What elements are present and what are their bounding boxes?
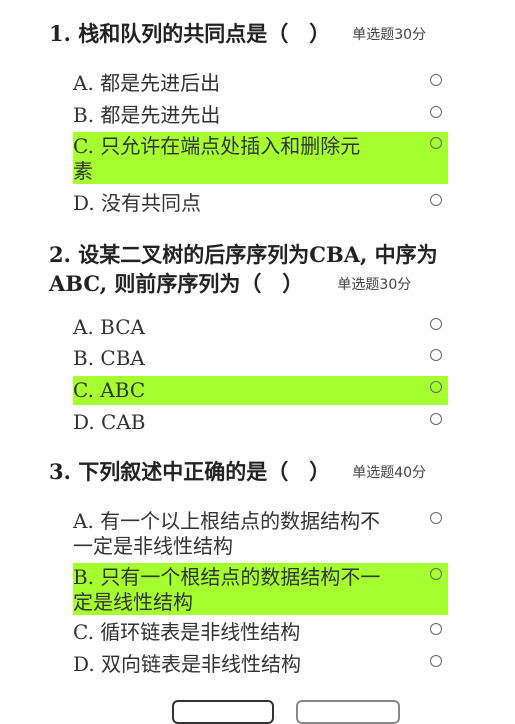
option-label: A. BCA <box>73 315 145 339</box>
option-label: D. CAB <box>73 410 146 434</box>
option-label: A. 都是先进后出 <box>73 71 221 95</box>
option-label: B. 只有一个根结点的数据结构不一定是线性结构 <box>73 565 381 614</box>
radio-button[interactable] <box>430 623 442 635</box>
question-title: 3. 下列叙述中正确的是（ ） 单选题40分 <box>49 457 481 488</box>
bottom-nav <box>0 700 515 724</box>
option-label: C. 循环链表是非线性结构 <box>73 620 301 644</box>
radio-button[interactable] <box>430 137 442 149</box>
question-title: 2. 设某二叉树的后序序列为CBA, 中序为ABC, 则前序序列为（ ）单选题3… <box>49 240 489 300</box>
option-label: C. ABC <box>73 378 146 402</box>
option-label: B. CBA <box>73 346 145 370</box>
options-list-3: A. 有一个以上根结点的数据结构不一定是非线性结构 B. 只有一个根结点的数据结… <box>49 507 448 679</box>
question-type-label: 单选题30分 <box>352 27 427 43</box>
question-title-text: 3. 下列叙述中正确的是（ ） <box>49 459 331 484</box>
question-3: 3. 下列叙述中正确的是（ ） 单选题40分 <box>0 457 515 488</box>
question-title: 1. 栈和队列的共同点是（ ） 单选题30分 <box>49 19 481 50</box>
radio-button[interactable] <box>430 381 442 393</box>
option-a[interactable]: A. BCA <box>73 313 448 342</box>
option-label: C. 只允许在端点处插入和删除元素 <box>73 134 361 183</box>
radio-button[interactable] <box>430 74 442 86</box>
question-1: 1. 栈和队列的共同点是（ ） 单选题30分 <box>0 19 515 50</box>
option-label: B. 都是先进先出 <box>73 103 221 127</box>
options-list-1: A. 都是先进后出 B. 都是先进先出 C. 只允许在端点处插入和删除元素 D.… <box>49 69 448 218</box>
option-c[interactable]: C. 只允许在端点处插入和删除元素 <box>73 132 448 184</box>
radio-button[interactable] <box>430 568 442 580</box>
option-b[interactable]: B. 都是先进先出 <box>73 101 448 130</box>
option-d[interactable]: D. 没有共同点 <box>73 189 448 218</box>
option-a[interactable]: A. 都是先进后出 <box>73 69 448 98</box>
question-type-label: 单选题40分 <box>352 465 427 481</box>
radio-button[interactable] <box>430 655 442 667</box>
option-d[interactable]: D. 双向链表是非线性结构 <box>73 650 448 679</box>
radio-button[interactable] <box>430 318 442 330</box>
radio-button[interactable] <box>430 512 442 524</box>
option-d[interactable]: D. CAB <box>73 408 448 437</box>
option-c[interactable]: C. 循环链表是非线性结构 <box>73 618 448 647</box>
question-type-label: 单选题30分 <box>337 277 412 293</box>
radio-button[interactable] <box>430 413 442 425</box>
option-label: D. 双向链表是非线性结构 <box>73 652 302 676</box>
radio-button[interactable] <box>430 349 442 361</box>
question-2: 2. 设某二叉树的后序序列为CBA, 中序为ABC, 则前序序列为（ ）单选题3… <box>0 240 515 300</box>
option-label: A. 有一个以上根结点的数据结构不一定是非线性结构 <box>73 509 381 558</box>
question-title-text: 1. 栈和队列的共同点是（ ） <box>49 21 331 46</box>
prev-button[interactable] <box>172 700 274 724</box>
option-c[interactable]: C. ABC <box>73 376 448 405</box>
option-b[interactable]: B. CBA <box>73 344 448 373</box>
options-list-2: A. BCA B. CBA C. ABC D. CAB <box>49 313 448 437</box>
option-label: D. 没有共同点 <box>73 191 202 215</box>
radio-button[interactable] <box>430 194 442 206</box>
next-button[interactable] <box>296 700 400 724</box>
radio-button[interactable] <box>430 106 442 118</box>
option-a[interactable]: A. 有一个以上根结点的数据结构不一定是非线性结构 <box>73 507 448 559</box>
option-b[interactable]: B. 只有一个根结点的数据结构不一定是线性结构 <box>73 563 448 615</box>
